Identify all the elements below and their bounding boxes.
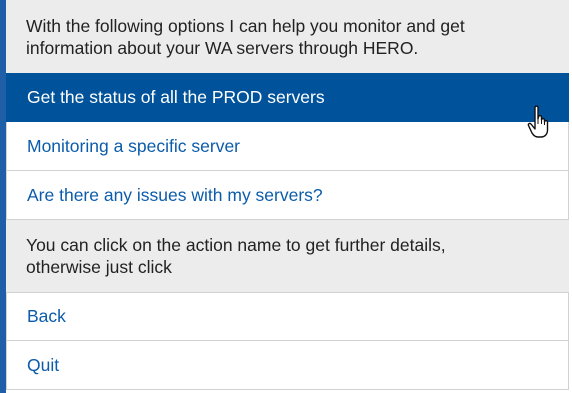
option-prod-status[interactable]: Get the status of all the PROD servers	[6, 73, 569, 122]
option-monitor-server[interactable]: Monitoring a specific server	[6, 122, 569, 171]
intro-line-2: information about your WA servers throug…	[26, 37, 419, 58]
hint-message: You can click on the action name to get …	[6, 220, 569, 292]
intro-line-1: With the following options I can help yo…	[26, 15, 465, 36]
hint-line-1: You can click on the action name to get …	[26, 235, 446, 255]
option-label: Monitoring a specific server	[27, 135, 240, 156]
option-label: Get the status of all the PROD servers	[27, 87, 325, 107]
option-server-issues[interactable]: Are there any issues with my servers?	[6, 171, 569, 220]
back-button[interactable]: Back	[6, 292, 569, 341]
quit-label: Quit	[27, 354, 60, 375]
back-label: Back	[27, 306, 66, 326]
chat-options-panel: With the following options I can help yo…	[6, 0, 569, 393]
hint-line-2: otherwise just click	[26, 257, 172, 277]
quit-button[interactable]: Quit	[6, 341, 569, 390]
intro-message: With the following options I can help yo…	[6, 0, 569, 73]
option-label: Are there any issues with my servers?	[27, 184, 323, 205]
